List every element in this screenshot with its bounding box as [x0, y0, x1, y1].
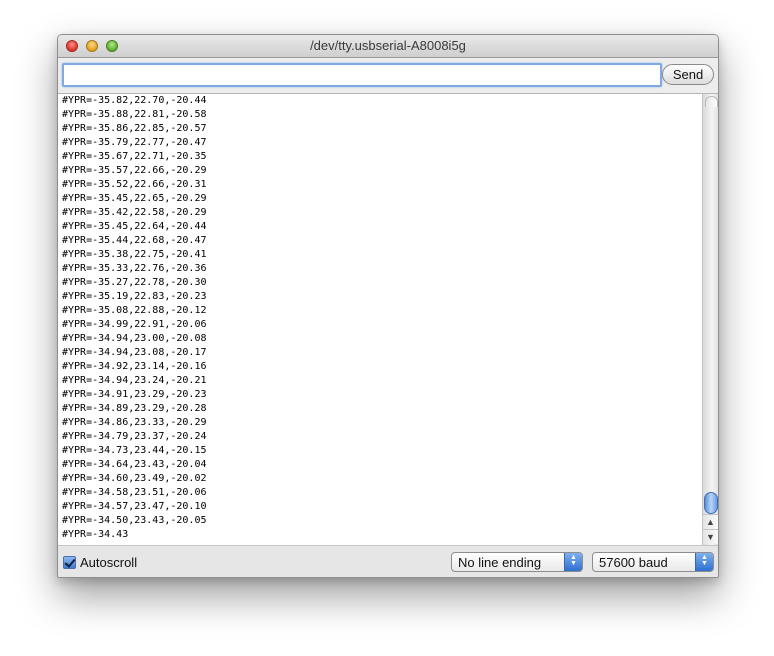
serial-output-line: #YPR=-34.89,23.29,-20.28 [62, 403, 207, 414]
serial-output-line: #YPR=-35.79,22.77,-20.47 [62, 137, 207, 148]
serial-output-line: #YPR=-35.19,22.83,-20.23 [62, 291, 207, 302]
serial-output-line: #YPR=-34.60,23.49,-20.02 [62, 473, 207, 484]
serial-output-log: #YPR=-35.82,22.70,-20.44 #YPR=-35.88,22.8… [62, 94, 698, 542]
arrow-up-icon[interactable]: ▲ [703, 514, 718, 529]
serial-output-line: #YPR=-35.08,22.88,-20.12 [62, 305, 207, 316]
title-bar[interactable]: /dev/tty.usbserial-A8008i5g [58, 35, 718, 58]
window-title: /dev/tty.usbserial-A8008i5g [310, 38, 466, 53]
serial-output-line: #YPR=-34.94,23.24,-20.21 [62, 375, 207, 386]
serial-output-line: #YPR=-34.99,22.91,-20.06 [62, 319, 207, 330]
serial-monitor-window: /dev/tty.usbserial-A8008i5g Send #YPR=-3… [57, 34, 719, 578]
serial-output-line: #YPR=-35.33,22.76,-20.36 [62, 263, 207, 274]
serial-output-line: #YPR=-34.91,23.29,-20.23 [62, 389, 207, 400]
send-button[interactable]: Send [662, 64, 714, 85]
serial-output-line: #YPR=-35.44,22.68,-20.47 [62, 235, 207, 246]
serial-output-line: #YPR=-35.82,22.70,-20.44 [62, 95, 207, 106]
serial-output-line: #YPR=-35.88,22.81,-20.58 [62, 109, 207, 120]
serial-output-line: #YPR=-34.73,23.44,-20.15 [62, 445, 207, 456]
serial-send-input[interactable] [62, 63, 662, 87]
serial-output-line: #YPR=-34.86,23.33,-20.29 [62, 417, 207, 428]
serial-output-line: #YPR=-34.94,23.00,-20.08 [62, 333, 207, 344]
serial-output-line: #YPR=-34.64,23.43,-20.04 [62, 459, 207, 470]
serial-output-line: #YPR=-35.52,22.66,-20.31 [62, 179, 207, 190]
serial-output-line: #YPR=-34.94,23.08,-20.17 [62, 347, 207, 358]
up-down-chevron-icon: ▲ ▼ [695, 553, 713, 571]
status-bar: Autoscroll No line ending ▲ ▼ 57600 baud … [58, 545, 718, 577]
autoscroll-label: Autoscroll [80, 554, 138, 570]
serial-output-line: #YPR=-35.27,22.78,-20.30 [62, 277, 207, 288]
serial-output-line: #YPR=-34.57,23.47,-20.10 [62, 501, 207, 512]
serial-output-line: #YPR=-35.38,22.75,-20.41 [62, 249, 207, 260]
scrollbar-thumb[interactable] [704, 492, 718, 514]
send-toolbar: Send [58, 58, 718, 94]
serial-output-line: #YPR=-34.92,23.14,-20.16 [62, 361, 207, 372]
serial-output-area[interactable]: #YPR=-35.82,22.70,-20.44 #YPR=-35.88,22.8… [58, 94, 718, 545]
autoscroll-control[interactable]: Autoscroll [63, 554, 137, 570]
scrollbar-track-cap [705, 96, 718, 107]
serial-output-line: #YPR=-34.50,23.43,-20.05 [62, 515, 207, 526]
serial-output-line: #YPR=-34.43 [62, 529, 129, 540]
arrow-down-icon[interactable]: ▼ [703, 529, 718, 544]
serial-output-line: #YPR=-35.45,22.65,-20.29 [62, 193, 207, 204]
up-down-chevron-icon: ▲ ▼ [564, 553, 582, 571]
baud-rate-select[interactable]: 57600 baud ▲ ▼ [592, 552, 714, 572]
autoscroll-checkbox[interactable] [63, 555, 76, 569]
line-ending-value: No line ending [458, 555, 542, 570]
serial-output-line: #YPR=-35.45,22.64,-20.44 [62, 221, 207, 232]
serial-output-line: #YPR=-34.58,23.51,-20.06 [62, 487, 207, 498]
serial-output-line: #YPR=-35.67,22.71,-20.35 [62, 151, 207, 162]
baud-rate-value: 57600 baud [599, 555, 668, 570]
serial-output-line: #YPR=-35.86,22.85,-20.57 [62, 123, 207, 134]
serial-output-line: #YPR=-34.79,23.37,-20.24 [62, 431, 207, 442]
serial-output-line: #YPR=-35.57,22.66,-20.29 [62, 165, 207, 176]
line-ending-select[interactable]: No line ending ▲ ▼ [451, 552, 583, 572]
vertical-scrollbar[interactable]: ▲ ▼ [702, 94, 718, 545]
serial-output-line: #YPR=-35.42,22.58,-20.29 [62, 207, 207, 218]
